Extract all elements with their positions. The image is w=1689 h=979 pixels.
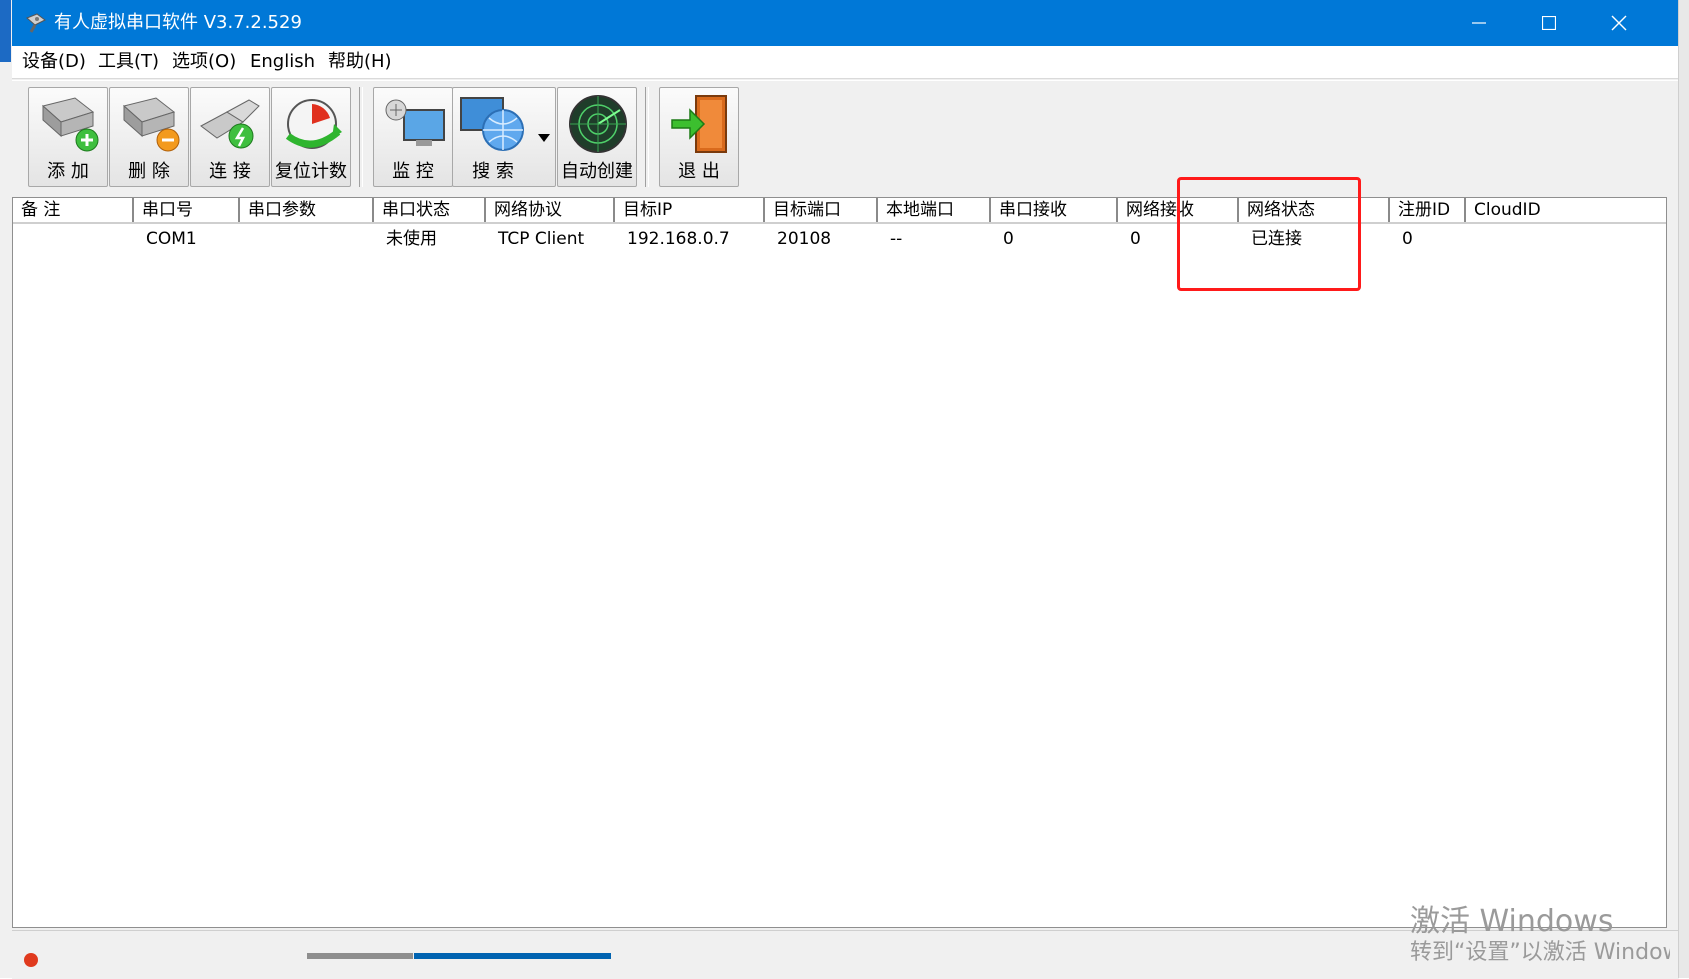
app-window: 有人虚拟串口软件 V3.7.2.529 设备(D) 工具(T) 选项(O) En… xyxy=(12,0,1679,979)
cell-register-id: 0 xyxy=(1402,229,1413,249)
maximize-button[interactable] xyxy=(1514,0,1584,46)
app-icon xyxy=(26,13,46,33)
minimize-icon xyxy=(1472,22,1486,24)
cell-serial-rx: 0 xyxy=(1003,229,1014,249)
cell-target-port: 20108 xyxy=(777,229,832,249)
menu-english[interactable]: English xyxy=(250,50,315,74)
reset-counter-icon xyxy=(285,99,342,149)
chevron-down-icon xyxy=(538,134,550,142)
desktop-right-edge xyxy=(1678,0,1689,978)
cell-port-status: 未使用 xyxy=(386,229,437,249)
monitor-icon xyxy=(385,99,445,146)
search-button-label: 搜 索 xyxy=(472,161,514,182)
menu-bar: 设备(D) 工具(T) 选项(O) English 帮助(H) xyxy=(12,46,1679,79)
watermark-line2: 转到“设置”以激活 Windows xyxy=(1410,940,1670,965)
search-button[interactable]: 搜 索 xyxy=(452,87,556,187)
cell-port: COM1 xyxy=(146,229,197,249)
delete-button[interactable]: 删 除 xyxy=(109,87,189,187)
reset-count-button-label: 复位计数 xyxy=(275,161,347,182)
add-button-label: 添 加 xyxy=(47,161,89,182)
cell-net-rx: 0 xyxy=(1130,229,1141,249)
cell-protocol: TCP Client xyxy=(498,229,585,249)
exit-button[interactable]: 退 出 xyxy=(659,87,739,187)
table-row[interactable]: COM1 未使用 TCP Client 192.168.0.7 20108 --… xyxy=(13,198,1666,254)
add-button[interactable]: 添 加 xyxy=(28,87,108,187)
close-icon xyxy=(1611,15,1627,31)
activation-watermark: 激活 Windows 转到“设置”以激活 Windows xyxy=(1410,905,1670,978)
search-dropdown-button[interactable] xyxy=(533,88,555,188)
net-status-highlight-box xyxy=(1177,177,1361,291)
connect-button[interactable]: 连 接 xyxy=(190,87,270,187)
exit-door-icon xyxy=(671,95,727,153)
delete-button-label: 删 除 xyxy=(128,161,170,182)
toolbar-separator xyxy=(359,87,363,187)
serial-port-remove-icon xyxy=(122,97,180,152)
menu-tools[interactable]: 工具(T) xyxy=(98,50,159,74)
title-bar[interactable]: 有人虚拟串口软件 V3.7.2.529 xyxy=(12,0,1679,46)
monitor-button-label: 监 控 xyxy=(392,161,434,182)
search-globe-icon xyxy=(460,97,524,151)
connect-button-label: 连 接 xyxy=(209,161,251,182)
menu-help[interactable]: 帮助(H) xyxy=(328,50,392,74)
window-title: 有人虚拟串口软件 V3.7.2.529 xyxy=(54,12,302,33)
network-connect-icon xyxy=(200,99,260,149)
menu-device[interactable]: 设备(D) xyxy=(22,50,86,74)
watermark-line1: 激活 Windows xyxy=(1410,905,1614,939)
minimize-button[interactable] xyxy=(1444,0,1514,46)
close-button[interactable] xyxy=(1584,0,1654,46)
cell-local-port: -- xyxy=(890,229,903,249)
serial-port-add-icon xyxy=(41,97,99,152)
radar-icon xyxy=(569,95,627,153)
maximize-icon xyxy=(1542,16,1556,30)
auto-create-button[interactable]: 自动创建 xyxy=(557,87,637,187)
status-icon xyxy=(24,953,38,967)
toolbar-separator xyxy=(645,87,649,187)
auto-create-button-label: 自动创建 xyxy=(561,161,633,182)
reset-count-button[interactable]: 复位计数 xyxy=(271,87,351,187)
taskbar-strip xyxy=(307,953,413,959)
exit-button-label: 退 出 xyxy=(678,161,720,182)
toolbar: 添 加 删 除 连 接 复位计数 监 控 搜 索 自动创建 退 出 xyxy=(12,80,1679,193)
port-list[interactable]: 备 注 串口号 串口参数 串口状态 网络协议 目标IP 目标端口 本地端口 串口… xyxy=(12,197,1667,928)
menu-options[interactable]: 选项(O) xyxy=(172,50,236,74)
monitor-button[interactable]: 监 控 xyxy=(373,87,453,187)
taskbar-strip-active xyxy=(414,953,611,959)
cell-target-ip: 192.168.0.7 xyxy=(627,229,730,249)
